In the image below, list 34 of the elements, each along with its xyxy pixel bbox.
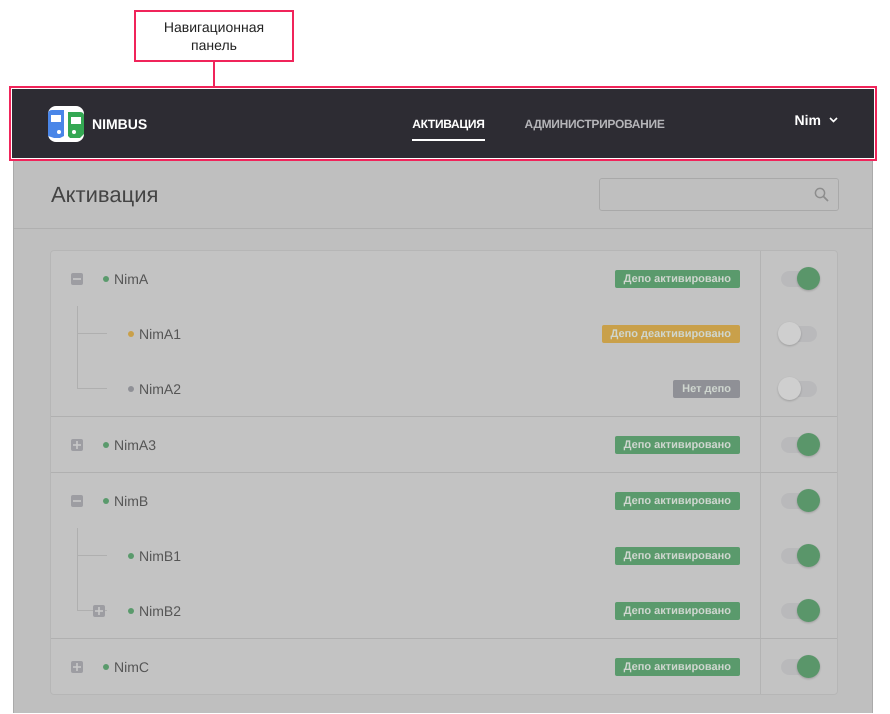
node-name: NimA2 — [139, 380, 182, 396]
nav-tab[interactable]: АКТИВАЦИЯ — [412, 89, 485, 158]
plus-icon — [73, 662, 81, 670]
status-badge: Депо активировано — [614, 270, 740, 288]
search-field[interactable] — [599, 178, 839, 211]
node-name: NimA1 — [139, 326, 182, 342]
chevron-down-icon — [829, 116, 838, 122]
expand-button[interactable] — [71, 438, 83, 450]
brand-name: NIMBUS — [92, 116, 148, 132]
node-name: NimB — [114, 492, 148, 508]
collapse-button[interactable] — [71, 272, 83, 284]
annotation-callout: Навигационная панель — [134, 10, 294, 62]
node-name: NimA3 — [114, 436, 156, 452]
node-name: NimB2 — [139, 602, 182, 618]
search-icon — [814, 187, 829, 202]
status-badge: Депо активировано — [614, 492, 740, 510]
status-badge: Нет депо — [673, 380, 740, 398]
status-badge: Депо активировано — [614, 436, 740, 454]
plus-icon — [73, 440, 81, 448]
node-name: NimA — [114, 270, 148, 286]
nav-tab[interactable]: АДМИНИСТРИРОВАНИЕ — [524, 89, 665, 158]
status-badge: Депо активировано — [614, 546, 740, 564]
user-menu[interactable]: Nim — [794, 112, 838, 128]
collapse-button[interactable] — [71, 494, 83, 506]
page-title: Активация — [51, 182, 158, 208]
logo-icon — [48, 106, 84, 142]
node-name: NimC — [114, 658, 149, 674]
node-name: NimB1 — [139, 548, 182, 564]
status-badge: Депо деактивировано — [602, 324, 740, 342]
status-badge: Депо активировано — [614, 602, 740, 620]
plus-icon — [95, 606, 103, 614]
expand-button[interactable] — [71, 660, 83, 672]
expand-button[interactable] — [93, 604, 105, 616]
status-badge: Депо активировано — [614, 658, 740, 676]
